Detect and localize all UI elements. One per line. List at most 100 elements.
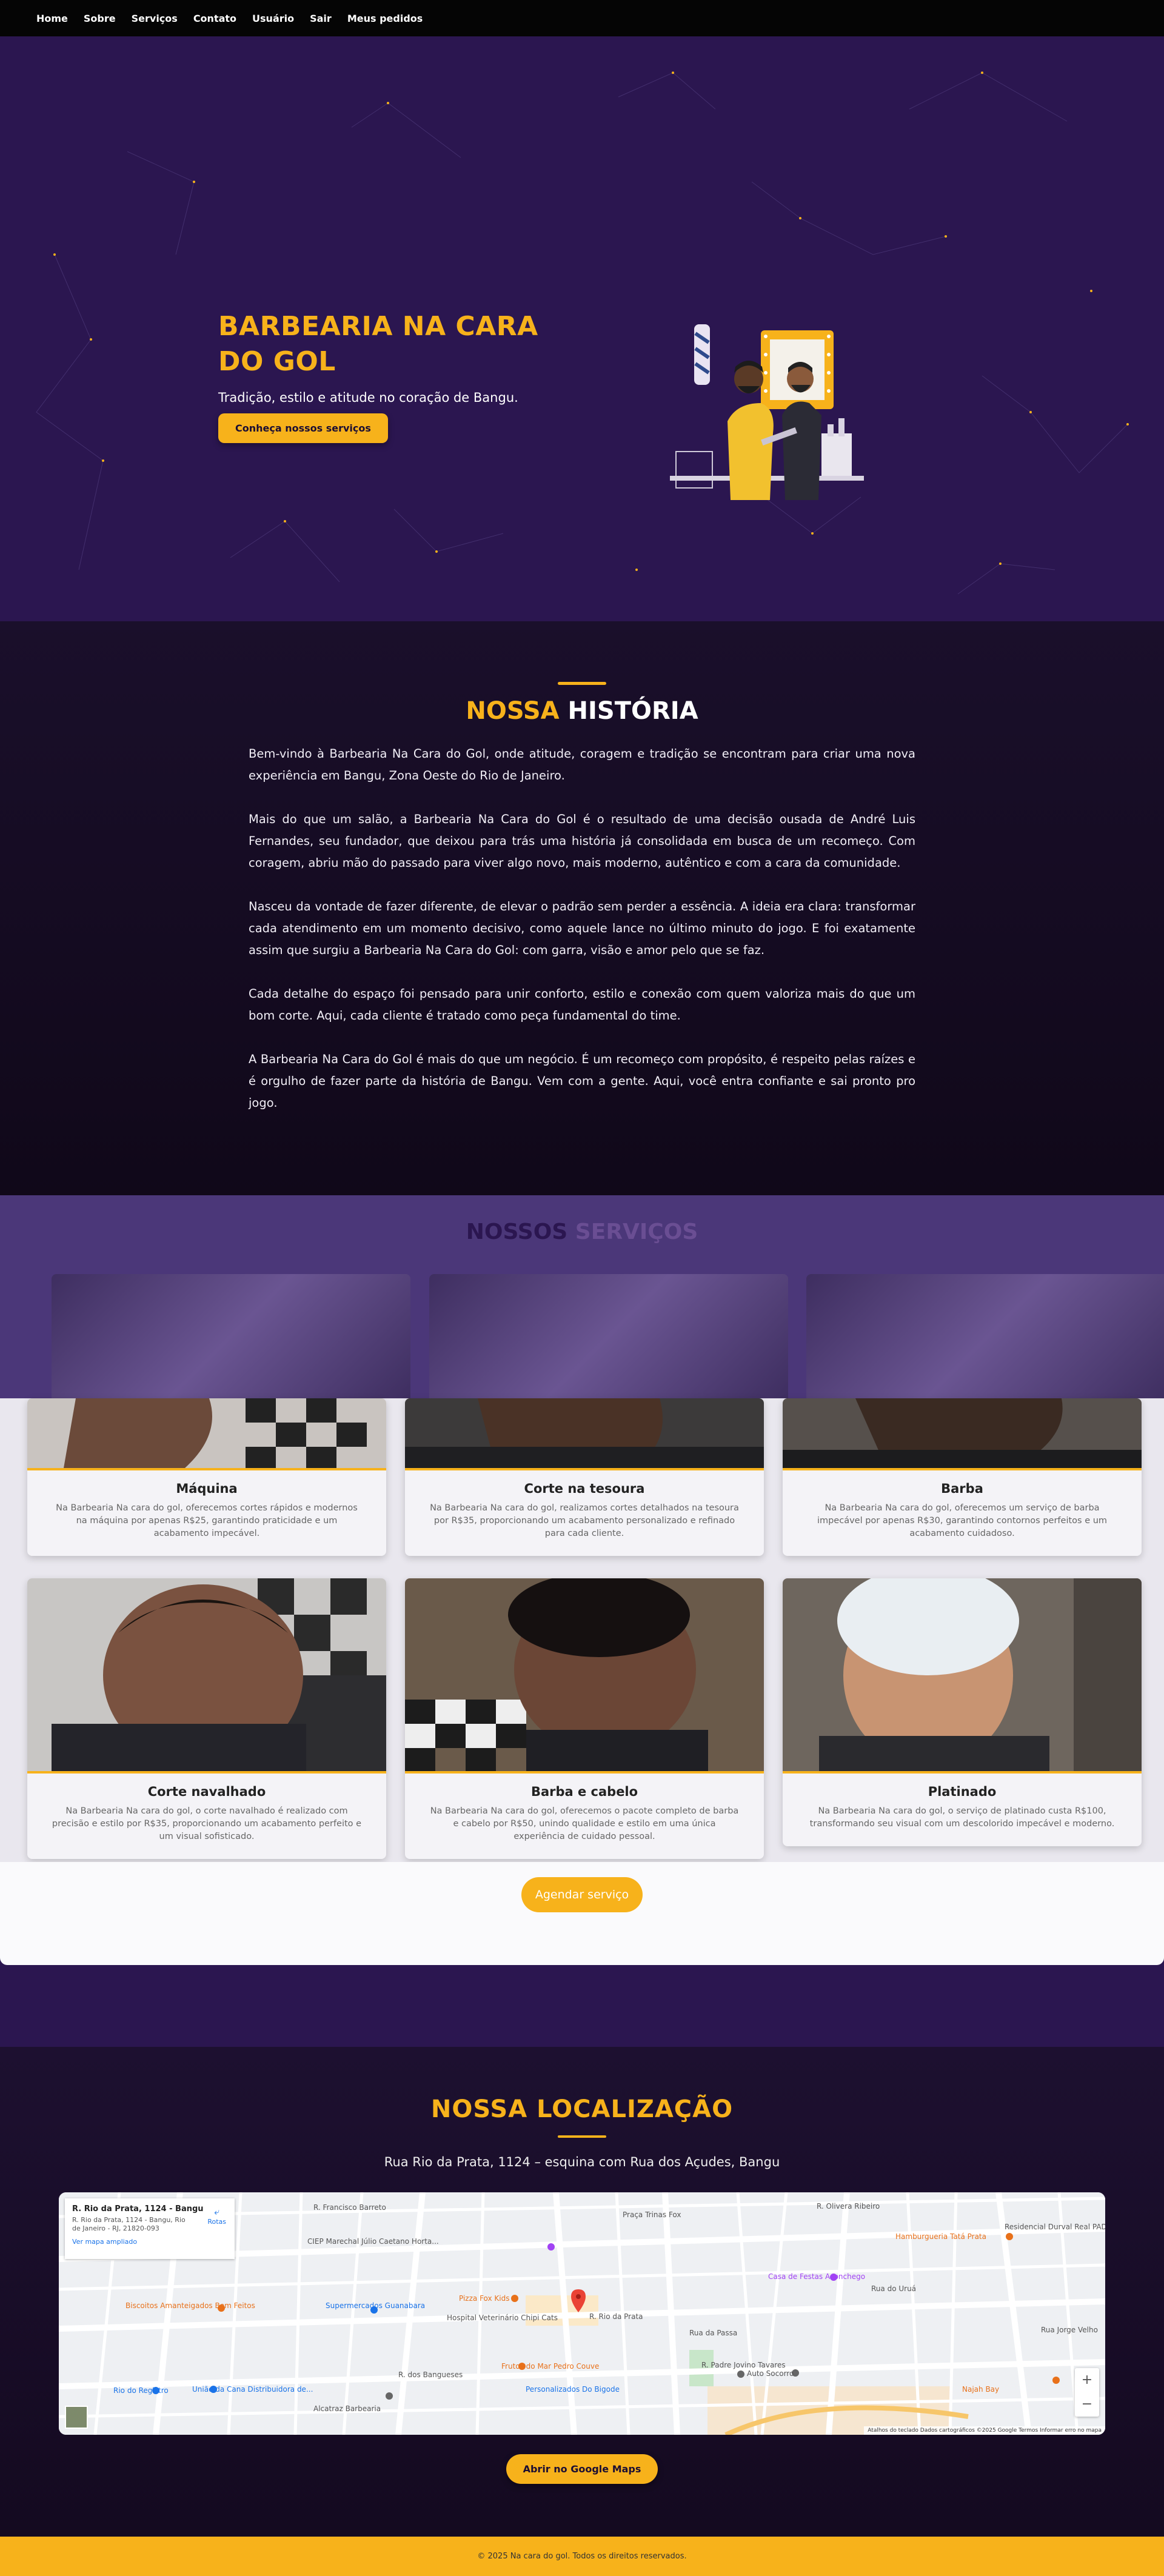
service-photo	[405, 1578, 764, 1771]
nav-sobre[interactable]: Sobre	[84, 13, 116, 24]
map-place-title: R. Rio da Prata, 1124 - Bangu	[72, 2204, 204, 2214]
hero-text-block: BARBEARIA NA CARA DO GOL Tradição, estil…	[218, 309, 558, 443]
section-spacer	[0, 1956, 1164, 2047]
service-name: Corte navalhado	[147, 1784, 266, 1799]
service-card-barba-cabelo[interactable]: Barba e cabelo Na Barbearia Na cara do g…	[405, 1578, 764, 1859]
history-accent-bar	[558, 682, 606, 685]
history-paragraph-1: Bem-vindo à Barbearia Na Cara do Gol, on…	[249, 747, 915, 782]
hero-subtitle: Tradição, estilo e atitude no coração de…	[218, 390, 518, 405]
services-section: NOSSOS SERVIÇOS Máquina Na Barbearia Na …	[0, 1195, 1164, 1965]
nav-usuario[interactable]: Usuário	[252, 13, 294, 24]
service-card-maquina[interactable]: Máquina Na Barbearia Na cara do gol, ofe…	[27, 1398, 386, 1556]
service-photo-faded	[52, 1274, 410, 1398]
map-label: Hospital Veterinário Chipi Cats	[447, 2314, 558, 2322]
barber-illustration	[670, 324, 864, 500]
service-description: Na Barbearia Na cara do gol, o corte nav…	[52, 1806, 362, 1841]
map-label: Frutos do Mar Pedro Couve	[501, 2362, 600, 2371]
map-label: Rua da Passa	[689, 2329, 738, 2337]
service-photo-faded	[806, 1274, 1164, 1398]
embedded-map[interactable]: Biscoitos Amanteigados Bem Feitos CIEP M…	[59, 2192, 1105, 2435]
location-accent-bar	[558, 2135, 606, 2138]
service-card-platinado[interactable]: Platinado Na Barbearia Na cara do gol, o…	[783, 1578, 1142, 1846]
service-photo	[783, 1578, 1142, 1771]
service-name: Corte na tesoura	[524, 1481, 645, 1496]
history-text: Bem-vindo à Barbearia Na Cara do Gol, on…	[249, 743, 915, 1114]
map-label: R. Padre Jovino Tavares	[701, 2361, 786, 2369]
map-label: R. dos Bangueses	[398, 2371, 463, 2379]
service-photo	[27, 1578, 386, 1771]
map-label: R. Olivera Ribeiro	[817, 2202, 880, 2211]
service-photo	[783, 1398, 1142, 1468]
service-name: Barba	[941, 1481, 983, 1496]
service-card-corte-tesoura[interactable]: Corte na tesoura Na Barbearia Na cara do…	[405, 1398, 764, 1556]
map-label: União da Cana Distribuidora de...	[192, 2385, 313, 2394]
service-photo	[27, 1398, 386, 1468]
map-satellite-toggle[interactable]	[65, 2406, 88, 2429]
map-label: R. Francisco Barreto	[313, 2203, 386, 2212]
history-title-rest: HISTÓRIA	[567, 697, 698, 725]
map-label: Najah Bay	[962, 2385, 1000, 2394]
service-name: Máquina	[176, 1481, 238, 1496]
history-title-accent: NOSSA	[466, 697, 560, 725]
map-label: Praça Trinas Fox	[623, 2211, 681, 2219]
service-description: Na Barbearia Na cara do gol, oferecemos …	[56, 1503, 358, 1538]
services-title: NOSSOS SERVIÇOS	[0, 1220, 1164, 1244]
map-label: Supermercados Guanabara	[326, 2301, 426, 2310]
hero-section: BARBEARIA NA CARA DO GOL Tradição, estil…	[0, 36, 1164, 621]
history-section: NOSSA HISTÓRIA Bem-vindo à Barbearia Na …	[0, 621, 1164, 1195]
location-section: NOSSA LOCALIZAÇÃO Rua Rio da Prata, 1124…	[0, 2047, 1164, 2538]
open-google-maps-button[interactable]: Abrir no Google Maps	[506, 2454, 658, 2484]
nav-contato[interactable]: Contato	[193, 13, 236, 24]
service-name: Platinado	[928, 1784, 997, 1799]
map-label: Auto Socorro	[747, 2369, 794, 2378]
map-label: Personalizados Do Bigode	[526, 2385, 620, 2394]
directions-icon: ⤶	[214, 2206, 220, 2217]
nav-home[interactable]: Home	[36, 13, 68, 24]
map-place-address: R. Rio da Prata, 1124 - Bangu, Rio de Ja…	[72, 2216, 186, 2232]
service-card-corte-navalhado[interactable]: Corte navalhado Na Barbearia Na cara do …	[27, 1578, 386, 1859]
services-title-a: NOSSOS	[466, 1220, 568, 1244]
service-description: Na Barbearia Na cara do gol, oferecemos …	[817, 1503, 1108, 1538]
constellation-background	[36, 72, 1129, 595]
service-description: Na Barbearia Na cara do gol, o serviço d…	[809, 1806, 1115, 1829]
service-card-barba[interactable]: Barba Na Barbearia Na cara do gol, ofere…	[783, 1398, 1142, 1556]
service-description: Na Barbearia Na cara do gol, oferecemos …	[430, 1806, 739, 1841]
nav-servicos[interactable]: Serviços	[132, 13, 178, 24]
top-navigation: Home Sobre Serviços Contato Usuário Sair…	[0, 0, 1164, 36]
service-photo-faded	[429, 1274, 788, 1398]
zoom-in-button[interactable]: +	[1075, 2368, 1099, 2392]
nav-meus-pedidos[interactable]: Meus pedidos	[347, 13, 423, 24]
copyright-text: © 2025 Na cara do gol. Todos os direitos…	[477, 2552, 687, 2561]
map-place-card: R. Rio da Prata, 1124 - Bangu R. Rio da …	[65, 2198, 235, 2259]
map-enlarge-link[interactable]: Ver mapa ampliado	[72, 2238, 227, 2246]
zoom-out-button[interactable]: −	[1075, 2392, 1099, 2417]
map-label: Biscoitos Amanteigados Bem Feitos	[125, 2301, 255, 2310]
map-attribution: Atalhos do teclado Dados cartográficos ©…	[864, 2426, 1105, 2435]
location-address: Rua Rio da Prata, 1124 – esquina com Rua…	[384, 2155, 780, 2169]
history-paragraph-5: A Barbearia Na Cara do Gol é mais do que…	[249, 1052, 915, 1110]
map-zoom-controls: + −	[1075, 2368, 1099, 2417]
map-label: Residencial Durval Real PADRE MIGUEL	[1005, 2223, 1105, 2231]
map-label: Pizza Fox Kids	[459, 2294, 510, 2303]
history-paragraph-3: Nasceu da vontade de fazer diferente, de…	[249, 899, 915, 957]
hero-title: BARBEARIA NA CARA DO GOL	[218, 311, 538, 377]
service-photo	[405, 1398, 764, 1468]
services-cta-button[interactable]: Conheça nossos serviços	[218, 413, 388, 443]
services-title-b: SERVIÇOS	[575, 1220, 698, 1244]
nav-sair[interactable]: Sair	[310, 13, 332, 24]
map-label: R. Rio da Prata	[589, 2312, 643, 2321]
map-label: Hamburgueria Tatá Prata	[895, 2232, 986, 2241]
map-directions-button[interactable]: ⤶ Rotas	[207, 2206, 226, 2226]
page-footer: © 2025 Na cara do gol. Todos os direitos…	[0, 2537, 1164, 2576]
directions-label: Rotas	[207, 2218, 226, 2226]
service-name: Barba e cabelo	[530, 1784, 638, 1799]
service-description: Na Barbearia Na cara do gol, realizamos …	[430, 1503, 739, 1538]
map-label: Alcatraz Barbearia	[313, 2404, 381, 2413]
map-label: Rio do Registro	[113, 2386, 169, 2395]
map-label: Rua Jorge Velho	[1041, 2326, 1098, 2334]
map-label: Casa de Festas Aconchego	[768, 2272, 866, 2281]
map-label: Rua do Uruá	[871, 2284, 917, 2293]
schedule-service-button[interactable]: Agendar serviço	[521, 1877, 643, 1912]
location-title: NOSSA LOCALIZAÇÃO	[430, 2095, 734, 2123]
map-label: CIEP Marechal Júlio Caetano Horta...	[307, 2237, 439, 2246]
